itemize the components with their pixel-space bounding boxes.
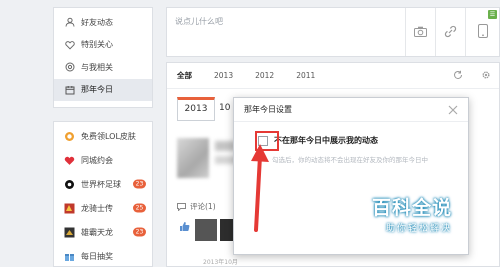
- user-icon: [64, 17, 75, 28]
- sidebar-item-label: 与我相关: [81, 62, 113, 72]
- sidebar-item-label: 每日抽奖: [81, 251, 113, 261]
- watermark-title: 百科全说: [372, 197, 453, 219]
- sidebar-item-dating[interactable]: 同城约会: [54, 148, 152, 172]
- count-badge: 23: [133, 227, 146, 237]
- option-hint: 勾选后，你的动态将不会出现在好友及你的那年今日中: [272, 156, 428, 164]
- tab-2012[interactable]: 2012: [255, 71, 274, 80]
- phone-icon: [477, 24, 488, 40]
- game-icon: [64, 227, 75, 238]
- gift-icon: [64, 251, 75, 262]
- sidebar-item-friends-feed[interactable]: 好友动态: [54, 11, 152, 34]
- tab-all[interactable]: 全部: [177, 70, 192, 81]
- sidebar-item-special-care[interactable]: 特别关心: [54, 34, 152, 57]
- heart-outline-icon: [64, 39, 75, 50]
- photo-button[interactable]: [405, 8, 435, 56]
- attach-button[interactable]: [435, 8, 465, 56]
- sidebar-item-label: 同城约会: [81, 155, 113, 165]
- sidebar-item-label: 雄霸天龙: [81, 227, 113, 237]
- new-badge-icon: ☰: [488, 10, 497, 19]
- refresh-icon[interactable]: [453, 70, 463, 82]
- watermark-subtitle: 助你轻松解决: [386, 224, 453, 234]
- calendar-icon: [64, 84, 75, 95]
- sidebar-item-world-cup[interactable]: 世界杯足球 23: [54, 172, 152, 196]
- count-badge: 25: [133, 203, 146, 213]
- gear-icon[interactable]: [481, 70, 491, 82]
- sidebar-apps: 免费领LOL皮肤 同城约会 世界杯足球 23 龙骑士传 25 雄霸天龙 23 每…: [53, 121, 153, 267]
- sidebar-item-dragon-knight[interactable]: 龙骑士传 25: [54, 196, 152, 220]
- football-icon: [64, 179, 75, 190]
- status-composer[interactable]: 说点儿什么吧 ☰: [166, 7, 500, 57]
- date-card-year: 2013: [177, 97, 215, 121]
- lol-icon: [64, 131, 75, 142]
- dialog-title: 那年今日设置: [234, 98, 468, 122]
- at-icon: [64, 62, 75, 73]
- blurred-text: [215, 141, 235, 151]
- watermark-logo-icon: [348, 195, 370, 217]
- year-filter-bar: 全部 2013 2012 2011: [167, 63, 499, 89]
- sidebar-item-label: 好友动态: [81, 17, 113, 27]
- sidebar-item-label: 世界杯足球: [81, 179, 121, 189]
- composer-placeholder: 说点儿什么吧: [175, 17, 223, 26]
- sidebar-item-label: 那年今日: [81, 85, 113, 95]
- camera-icon: [414, 26, 427, 39]
- tab-2013[interactable]: 2013: [214, 71, 233, 80]
- link-icon: [444, 25, 457, 40]
- sidebar-item-daily-lottery[interactable]: 每日抽奖: [54, 244, 152, 267]
- heart-filled-icon: [64, 155, 75, 166]
- date-card-day: 10: [219, 103, 231, 113]
- close-icon[interactable]: [446, 103, 460, 117]
- watermark: 百科全说 助你轻松解决: [348, 193, 474, 239]
- tab-2011[interactable]: 2011: [296, 71, 315, 80]
- sidebar-item-tianlong[interactable]: 雄霸天龙 23: [54, 220, 152, 244]
- sidebar-item-label: 免费领LOL皮肤: [81, 131, 136, 141]
- thumbs-up-icon[interactable]: [179, 221, 190, 234]
- dragon-icon: [64, 203, 75, 214]
- sidebar-item-label: 龙骑士传: [81, 203, 113, 213]
- post-timestamp: 2013年10月: [203, 259, 238, 266]
- sidebar-item-related-to-me[interactable]: 与我相关: [54, 56, 152, 79]
- comment-link[interactable]: 评论(1): [177, 201, 216, 212]
- avatar[interactable]: [195, 219, 217, 241]
- more-tools-button[interactable]: ☰: [465, 8, 499, 56]
- count-badge: 23: [133, 179, 146, 189]
- blurred-photo: [177, 138, 209, 178]
- comment-icon: [177, 202, 186, 211]
- comment-count: 评论(1): [190, 202, 216, 211]
- sidebar-item-label: 特别关心: [81, 40, 113, 50]
- annotation-arrow-icon: [251, 144, 269, 232]
- sidebar-item-on-this-day[interactable]: 那年今日: [54, 78, 152, 101]
- sidebar-nav: 好友动态 特别关心 与我相关 那年今日: [53, 7, 153, 108]
- checkbox-label: 不在那年今日中展示我的动态: [274, 136, 378, 145]
- sidebar-item-lol-skin[interactable]: 免费领LOL皮肤: [54, 124, 152, 148]
